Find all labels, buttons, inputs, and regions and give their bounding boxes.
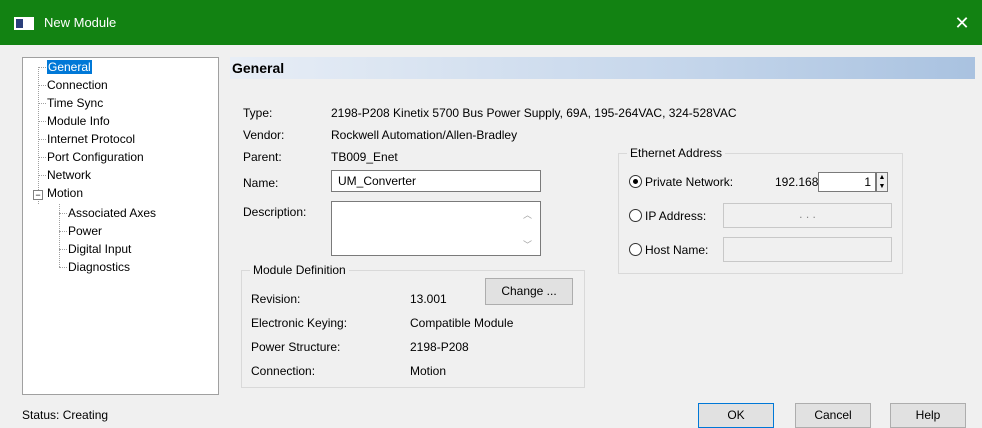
name-field[interactable]: UM_Converter [331, 170, 541, 192]
ip-address-label: IP Address: [645, 209, 707, 223]
ok-button[interactable]: OK [698, 403, 774, 428]
host-name-field[interactable] [723, 237, 892, 262]
scroll-down-icon[interactable]: ﹀ [523, 238, 532, 251]
tree-item-port-configuration[interactable]: Port Configuration [47, 149, 144, 165]
spin-down-icon[interactable]: ▼ [877, 182, 887, 191]
tree-item-module-info[interactable]: Module Info [47, 113, 110, 129]
tree-item-digital-input[interactable]: Digital Input [68, 241, 131, 257]
private-network-label: Private Network: [645, 175, 734, 189]
tree-item-internet-protocol[interactable]: Internet Protocol [47, 131, 135, 147]
app-icon [14, 17, 34, 30]
change-button[interactable]: Change ... [485, 278, 573, 305]
cancel-button[interactable]: Cancel [795, 403, 871, 428]
parent-label: Parent: [243, 150, 282, 164]
category-tree: General Connection Time Sync Module Info… [22, 57, 219, 395]
host-name-radio[interactable] [629, 243, 642, 256]
private-network-radio[interactable] [629, 175, 642, 188]
collapse-icon[interactable]: − [33, 190, 43, 200]
type-value: 2198-P208 Kinetix 5700 Bus Power Supply,… [331, 106, 737, 120]
tree-item-general[interactable]: General [47, 59, 92, 75]
connection-value: Motion [410, 364, 447, 378]
type-label: Type: [243, 106, 273, 120]
vendor-value: Rockwell Automation/Allen-Bradley [331, 128, 518, 142]
tree-item-time-sync[interactable]: Time Sync [47, 95, 103, 111]
description-label: Description: [243, 205, 307, 219]
revision-label: Revision: [251, 292, 301, 306]
description-field[interactable]: ︿ ﹀ [331, 201, 541, 256]
help-button[interactable]: Help [890, 403, 966, 428]
tree-item-power[interactable]: Power [68, 223, 102, 239]
panel-header: General [230, 57, 975, 79]
module-definition-title: Module Definition [250, 263, 349, 277]
power-structure-label: Power Structure: [251, 340, 341, 354]
parent-value: TB009_Enet [331, 150, 398, 164]
tree-item-diagnostics[interactable]: Diagnostics [68, 259, 130, 275]
tree-item-motion[interactable]: Motion [47, 185, 83, 201]
ip-address-radio[interactable] [629, 209, 642, 222]
close-button[interactable]: ✕ [948, 9, 976, 37]
octet-spinner[interactable]: ▲ ▼ [876, 172, 888, 192]
tree-item-connection[interactable]: Connection [47, 77, 108, 93]
tree-item-associated-axes[interactable]: Associated Axes [68, 205, 156, 221]
tree-item-network[interactable]: Network [47, 167, 91, 183]
spin-up-icon[interactable]: ▲ [877, 173, 887, 182]
title-bar: New Module ✕ [0, 0, 982, 45]
status-text: Status: Creating [22, 408, 109, 422]
ip-address-field[interactable]: . . . [723, 203, 892, 228]
ethernet-address-title: Ethernet Address [627, 146, 726, 160]
electronic-keying-value: Compatible Module [410, 316, 514, 330]
scroll-up-icon[interactable]: ︿ [523, 208, 532, 221]
host-name-label: Host Name: [645, 243, 709, 257]
private-octet-field[interactable]: 1 [818, 172, 876, 192]
name-label: Name: [243, 176, 279, 190]
power-structure-value: 2198-P208 [410, 340, 469, 354]
connection-label: Connection: [251, 364, 316, 378]
electronic-keying-label: Electronic Keying: [251, 316, 348, 330]
vendor-label: Vendor: [243, 128, 285, 142]
window-title: New Module [44, 15, 117, 30]
revision-value: 13.001 [410, 292, 447, 306]
